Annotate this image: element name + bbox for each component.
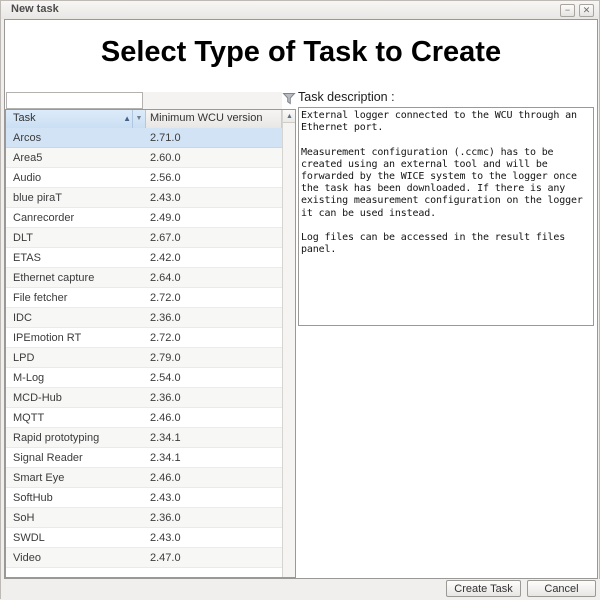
task-version-cell: 2.46.0 xyxy=(146,408,282,427)
task-version-cell: 2.47.0 xyxy=(146,548,282,567)
table-row[interactable]: IPEmotion RT2.72.0 xyxy=(6,328,282,348)
title-bar[interactable]: New task − ✕ xyxy=(1,1,599,19)
task-name-cell: ETAS xyxy=(6,248,146,267)
task-version-cell: 2.79.0 xyxy=(146,348,282,367)
column-header-version[interactable]: Minimum WCU version xyxy=(146,110,282,128)
filter-row-filler xyxy=(143,92,282,109)
task-table: Task ▲ ▼ Minimum WCU version Arcos2.71.0… xyxy=(5,109,296,578)
task-name-cell: Smart Eye xyxy=(6,468,146,487)
table-row[interactable]: ETAS2.42.0 xyxy=(6,248,282,268)
page-title: Select Type of Task to Create xyxy=(5,36,597,69)
task-name-cell: Signal Reader xyxy=(6,448,146,467)
column-header-task[interactable]: Task ▲ ▼ xyxy=(6,110,146,128)
table-scrollbar[interactable]: ▲ xyxy=(282,110,295,577)
task-name-cell: M-Log xyxy=(6,368,146,387)
table-row[interactable]: File fetcher2.72.0 xyxy=(6,288,282,308)
task-version-cell: 2.72.0 xyxy=(146,288,282,307)
task-name-cell: MQTT xyxy=(6,408,146,427)
table-row[interactable]: Ethernet capture2.64.0 xyxy=(6,268,282,288)
task-version-cell: 2.49.0 xyxy=(146,208,282,227)
window-title: New task xyxy=(11,3,59,15)
task-version-cell: 2.36.0 xyxy=(146,388,282,407)
task-name-cell: Ethernet capture xyxy=(6,268,146,287)
task-version-cell: 2.64.0 xyxy=(146,268,282,287)
task-name-cell: Rapid prototyping xyxy=(6,428,146,447)
task-version-cell: 2.34.1 xyxy=(146,448,282,467)
table-row[interactable]: Signal Reader2.34.1 xyxy=(6,448,282,468)
task-name-cell: Video xyxy=(6,548,146,567)
task-version-cell: 2.56.0 xyxy=(146,168,282,187)
table-row[interactable]: SoH2.36.0 xyxy=(6,508,282,528)
table-row[interactable]: blue piraT2.43.0 xyxy=(6,188,282,208)
filter-funnel-icon[interactable] xyxy=(282,91,296,106)
column-dropdown-icon[interactable]: ▼ xyxy=(132,110,145,128)
table-row[interactable]: MCD-Hub2.36.0 xyxy=(6,388,282,408)
task-name-cell: Audio xyxy=(6,168,146,187)
task-version-cell: 2.43.0 xyxy=(146,488,282,507)
task-name-cell: DLT xyxy=(6,228,146,247)
task-name-cell: SoftHub xyxy=(6,488,146,507)
task-version-cell: 2.71.0 xyxy=(146,128,282,147)
task-name-cell: File fetcher xyxy=(6,288,146,307)
task-version-cell: 2.46.0 xyxy=(146,468,282,487)
task-version-cell: 2.36.0 xyxy=(146,308,282,327)
task-name-cell: IPEmotion RT xyxy=(6,328,146,347)
table-row[interactable]: IDC2.36.0 xyxy=(6,308,282,328)
sort-ascending-icon: ▲ xyxy=(123,114,131,123)
task-description-label: Task description : xyxy=(298,90,395,104)
task-version-cell: 2.43.0 xyxy=(146,528,282,547)
table-row[interactable]: LPD2.79.0 xyxy=(6,348,282,368)
task-name-cell: Area5 xyxy=(6,148,146,167)
table-body: Arcos2.71.0Area52.60.0Audio2.56.0blue pi… xyxy=(6,128,282,568)
footer-bar: Create Task Cancel xyxy=(1,579,600,600)
table-row[interactable]: SoftHub2.43.0 xyxy=(6,488,282,508)
table-header: Task ▲ ▼ Minimum WCU version xyxy=(6,110,282,128)
task-version-cell: 2.67.0 xyxy=(146,228,282,247)
task-description-text: External logger connected to the WCU thr… xyxy=(298,107,594,326)
table-row[interactable]: Smart Eye2.46.0 xyxy=(6,468,282,488)
close-button[interactable]: ✕ xyxy=(579,4,594,17)
table-row[interactable]: Video2.47.0 xyxy=(6,548,282,568)
scroll-up-icon[interactable]: ▲ xyxy=(283,110,296,123)
create-task-button[interactable]: Create Task xyxy=(446,580,521,597)
table-row[interactable]: DLT2.67.0 xyxy=(6,228,282,248)
column-header-version-label: Minimum WCU version xyxy=(150,112,262,124)
task-version-cell: 2.54.0 xyxy=(146,368,282,387)
table-row[interactable]: Arcos2.71.0 xyxy=(6,128,282,148)
table-row[interactable]: M-Log2.54.0 xyxy=(6,368,282,388)
column-header-task-label: Task xyxy=(13,112,36,124)
dialog-body: Select Type of Task to Create Task ▲ ▼ M… xyxy=(4,19,598,579)
task-version-cell: 2.43.0 xyxy=(146,188,282,207)
task-name-cell: blue piraT xyxy=(6,188,146,207)
task-version-cell: 2.34.1 xyxy=(146,428,282,447)
task-version-cell: 2.60.0 xyxy=(146,148,282,167)
task-name-cell: SWDL xyxy=(6,528,146,547)
table-row[interactable]: MQTT2.46.0 xyxy=(6,408,282,428)
task-name-cell: MCD-Hub xyxy=(6,388,146,407)
cancel-button[interactable]: Cancel xyxy=(527,580,596,597)
table-row[interactable]: Canrecorder2.49.0 xyxy=(6,208,282,228)
filter-input[interactable] xyxy=(6,92,143,109)
new-task-dialog: { "window": { "title": "New task", "mini… xyxy=(0,0,600,599)
task-name-cell: IDC xyxy=(6,308,146,327)
table-row[interactable]: Rapid prototyping2.34.1 xyxy=(6,428,282,448)
task-name-cell: SoH xyxy=(6,508,146,527)
task-name-cell: Arcos xyxy=(6,128,146,147)
table-row[interactable]: Audio2.56.0 xyxy=(6,168,282,188)
task-version-cell: 2.36.0 xyxy=(146,508,282,527)
task-name-cell: Canrecorder xyxy=(6,208,146,227)
table-row[interactable]: Area52.60.0 xyxy=(6,148,282,168)
minimize-button[interactable]: − xyxy=(560,4,575,17)
task-name-cell: LPD xyxy=(6,348,146,367)
table-row[interactable]: SWDL2.43.0 xyxy=(6,528,282,548)
task-version-cell: 2.72.0 xyxy=(146,328,282,347)
task-version-cell: 2.42.0 xyxy=(146,248,282,267)
